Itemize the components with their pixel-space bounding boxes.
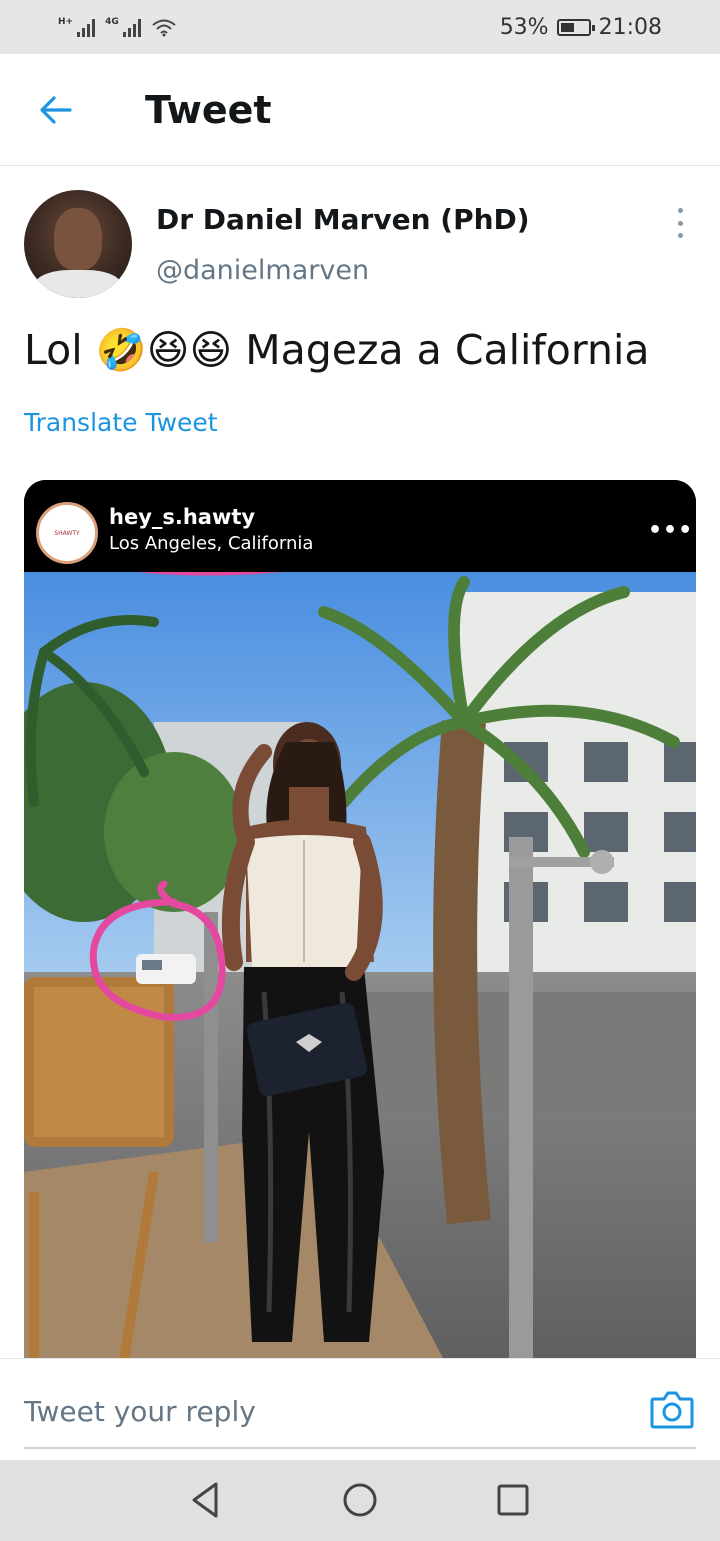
author-handle[interactable]: @danielmarven xyxy=(156,255,369,286)
reply-input[interactable]: Tweet your reply xyxy=(24,1395,256,1428)
author-name[interactable]: Dr Daniel Marven (PhD) xyxy=(156,203,530,236)
tweet-emojis: 🤣😆😆 xyxy=(95,326,233,374)
reply-underline xyxy=(24,1447,696,1449)
tweet-media[interactable]: SHAWTY hey_s.hawty Los Angeles, Californ… xyxy=(24,480,696,1360)
clock: 21:08 xyxy=(598,14,662,40)
avatar[interactable] xyxy=(24,190,132,298)
system-nav-bar xyxy=(0,1460,720,1541)
signal-icon: H+ xyxy=(58,17,96,37)
nav-recents-icon[interactable] xyxy=(493,1480,533,1520)
tweet-header: Tweet xyxy=(0,54,720,166)
post-photo xyxy=(24,572,696,1360)
camera-icon[interactable] xyxy=(650,1389,694,1429)
ig-more-icon: ••• xyxy=(648,518,694,543)
signal-icon: 4G xyxy=(105,17,141,37)
network-type-label: H+ xyxy=(58,17,74,27)
ig-avatar: SHAWTY xyxy=(36,502,98,564)
wifi-icon xyxy=(152,19,176,37)
status-right: 53% 21:08 xyxy=(500,15,662,40)
tweet-text-suffix: Mageza a California xyxy=(245,326,650,374)
tweet-text-prefix: Lol xyxy=(24,326,83,374)
ig-location: Los Angeles, California xyxy=(109,533,314,554)
tweet-text: Lol 🤣😆😆 Mageza a California xyxy=(24,326,650,375)
nav-back-icon[interactable] xyxy=(186,1480,226,1520)
instagram-post-header: SHAWTY hey_s.hawty Los Angeles, Californ… xyxy=(24,480,696,572)
network-type-label: 4G xyxy=(105,17,119,27)
status-bar: H+ 4G 53% 21:08 xyxy=(0,0,720,54)
ig-username: hey_s.hawty xyxy=(109,505,256,529)
more-options-icon[interactable] xyxy=(672,208,688,238)
battery-icon xyxy=(556,18,595,36)
signal-indicators: H+ 4G xyxy=(58,17,177,37)
battery-percent: 53% xyxy=(499,14,549,40)
translate-tweet-link[interactable]: Translate Tweet xyxy=(24,408,218,437)
reply-bar: Tweet your reply xyxy=(0,1358,720,1458)
back-arrow-icon[interactable] xyxy=(36,90,76,130)
page-title: Tweet xyxy=(145,88,272,132)
nav-home-icon[interactable] xyxy=(340,1480,380,1520)
